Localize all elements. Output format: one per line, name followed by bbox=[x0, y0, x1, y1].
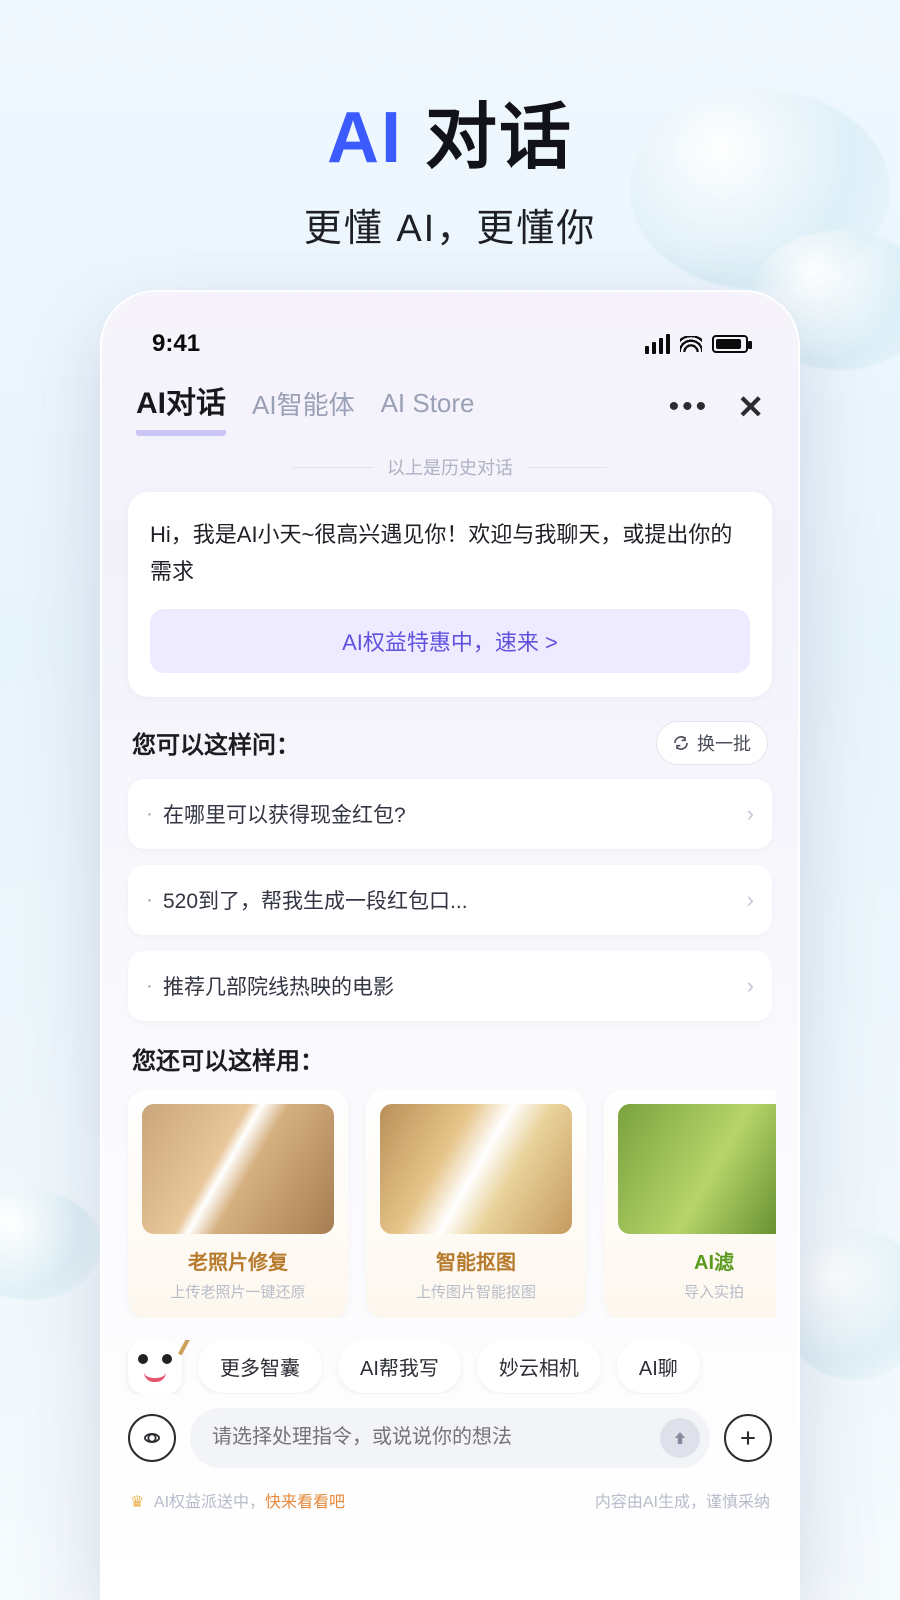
status-icons bbox=[645, 334, 748, 354]
feature-card-cutout[interactable]: 智能抠图 上传图片智能抠图 bbox=[366, 1090, 586, 1318]
status-bar: 9:41 bbox=[124, 316, 776, 366]
suggested-question[interactable]: · 在哪里可以获得现金红包? › bbox=[128, 779, 772, 849]
use-section-header: 您还可以这样用： bbox=[124, 1037, 776, 1090]
tab-ai-agent[interactable]: AI智能体 bbox=[252, 385, 355, 430]
use-title: 您还可以这样用： bbox=[132, 1041, 324, 1076]
chevron-right-icon: › bbox=[747, 801, 754, 827]
chat-input-box[interactable] bbox=[190, 1408, 710, 1468]
feature-subtitle: 上传老照片一键还原 bbox=[142, 1281, 334, 1302]
question-text: 推荐几部院线热映的电影 bbox=[163, 971, 747, 1001]
feature-title: 老照片修复 bbox=[142, 1246, 334, 1275]
footer-left-text: AI权益派送中， bbox=[154, 1494, 265, 1511]
feature-image bbox=[142, 1104, 334, 1234]
chip-write[interactable]: AI帮我写 bbox=[338, 1340, 461, 1393]
feature-subtitle: 导入实拍 bbox=[618, 1281, 776, 1302]
tab-ai-store[interactable]: AI Store bbox=[381, 388, 475, 427]
question-text: 520到了，帮我生成一段红包口... bbox=[163, 885, 747, 915]
add-button[interactable] bbox=[724, 1414, 772, 1462]
feature-title: 智能抠图 bbox=[380, 1246, 572, 1275]
promo-banner[interactable]: AI权益特惠中，速来 > bbox=[150, 609, 750, 673]
footer-left[interactable]: ♛ AI权益派送中，快来看看吧 bbox=[130, 1488, 345, 1512]
footer-bar: ♛ AI权益派送中，快来看看吧 内容由AI生成，谨慎采纳 bbox=[124, 1488, 776, 1512]
ask-section-header: 您可以这样问： 换一批 bbox=[124, 717, 776, 779]
send-button[interactable] bbox=[660, 1418, 700, 1458]
signal-icon bbox=[645, 334, 670, 354]
voice-icon bbox=[141, 1427, 163, 1449]
bg-bubble bbox=[0, 1190, 100, 1300]
bullet-icon: · bbox=[146, 974, 153, 998]
hero-title-ai: AI bbox=[327, 98, 403, 178]
feature-subtitle: 上传图片智能抠图 bbox=[380, 1281, 572, 1302]
arrow-up-icon bbox=[671, 1429, 689, 1447]
greeting-text: Hi，我是AI小天~很高兴遇见你！欢迎与我聊天，或提出你的需求 bbox=[150, 516, 750, 591]
history-divider-text: 以上是历史对话 bbox=[387, 454, 513, 480]
hero-title-rest: 对话 bbox=[403, 98, 573, 178]
feature-image bbox=[618, 1104, 776, 1234]
chat-input[interactable] bbox=[212, 1426, 660, 1449]
battery-icon bbox=[712, 335, 748, 353]
phone-frame: 9:41 AI对话 AI智能体 AI Store ••• ✕ 以上是历史对话 H… bbox=[100, 290, 800, 1600]
chip-row: ★ 更多智囊 AI帮我写 妙云相机 AI聊 bbox=[124, 1340, 776, 1394]
wifi-icon bbox=[680, 336, 702, 352]
status-time: 9:41 bbox=[152, 330, 200, 358]
ask-title: 您可以这样问： bbox=[132, 725, 300, 760]
crown-icon: ♛ bbox=[130, 1494, 144, 1511]
top-tabs: AI对话 AI智能体 AI Store ••• ✕ bbox=[124, 366, 776, 436]
input-bar bbox=[124, 1408, 776, 1468]
refresh-button[interactable]: 换一批 bbox=[656, 721, 768, 765]
voice-button[interactable] bbox=[128, 1414, 176, 1462]
feature-title: AI滤 bbox=[618, 1246, 776, 1275]
plus-icon bbox=[738, 1428, 758, 1448]
greeting-card: Hi，我是AI小天~很高兴遇见你！欢迎与我聊天，或提出你的需求 AI权益特惠中，… bbox=[128, 492, 772, 697]
chevron-right-icon: › bbox=[747, 887, 754, 913]
question-text: 在哪里可以获得现金红包? bbox=[163, 799, 747, 829]
feature-list: 老照片修复 上传老照片一键还原 智能抠图 上传图片智能抠图 AI滤 导入实拍 bbox=[124, 1090, 776, 1318]
history-divider: 以上是历史对话 bbox=[124, 454, 776, 480]
more-icon[interactable]: ••• bbox=[669, 390, 710, 424]
mascot-icon[interactable]: ★ bbox=[128, 1340, 182, 1394]
footer-left-link: 快来看看吧 bbox=[265, 1494, 345, 1511]
tab-ai-chat[interactable]: AI对话 bbox=[136, 378, 226, 436]
chip-chat[interactable]: AI聊 bbox=[617, 1340, 700, 1393]
chip-more[interactable]: 更多智囊 bbox=[198, 1340, 322, 1393]
feature-card-restore[interactable]: 老照片修复 上传老照片一键还原 bbox=[128, 1090, 348, 1318]
footer-right: 内容由AI生成，谨慎采纳 bbox=[595, 1488, 770, 1512]
suggested-question[interactable]: · 推荐几部院线热映的电影 › bbox=[128, 951, 772, 1021]
feature-image bbox=[380, 1104, 572, 1234]
refresh-label: 换一批 bbox=[697, 730, 751, 756]
chip-camera[interactable]: 妙云相机 bbox=[477, 1340, 601, 1393]
feature-card-ai-filter[interactable]: AI滤 导入实拍 bbox=[604, 1090, 776, 1318]
chevron-right-icon: › bbox=[747, 973, 754, 999]
refresh-icon bbox=[673, 735, 689, 751]
bullet-icon: · bbox=[146, 802, 153, 826]
close-icon[interactable]: ✕ bbox=[737, 388, 764, 426]
suggested-question[interactable]: · 520到了，帮我生成一段红包口... › bbox=[128, 865, 772, 935]
bullet-icon: · bbox=[146, 888, 153, 912]
